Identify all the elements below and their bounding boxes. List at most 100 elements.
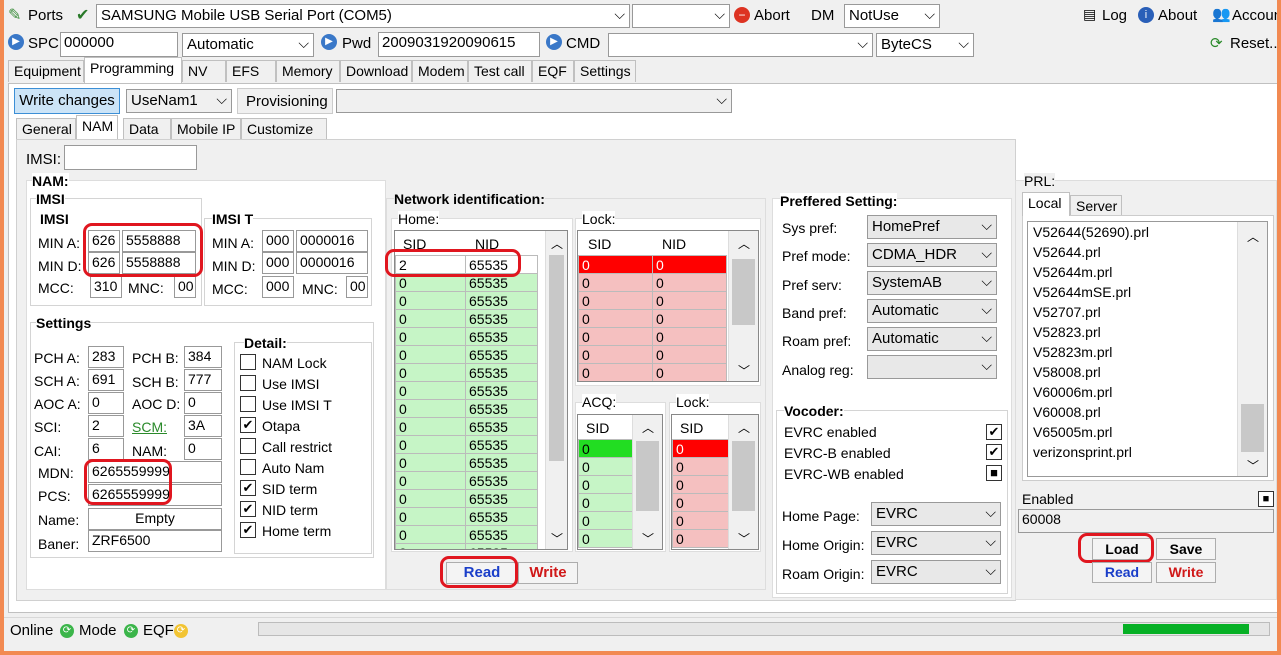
list-item[interactable]: V58008.prl bbox=[1028, 362, 1267, 382]
home-cell[interactable]: 0 bbox=[395, 471, 466, 490]
home-cell[interactable]: 0 bbox=[395, 435, 466, 454]
home-cell[interactable]: 65535 bbox=[465, 507, 538, 526]
bytecs-select[interactable]: ByteCS ⌵ bbox=[876, 33, 974, 57]
account-button[interactable]: Accoun bbox=[1232, 7, 1281, 24]
lock2-cell[interactable]: 0 bbox=[672, 529, 729, 548]
lock-cell[interactable]: 0 bbox=[578, 273, 653, 292]
sch-a-input[interactable]: 691 bbox=[88, 369, 124, 391]
table-row[interactable]: 0 bbox=[578, 493, 633, 512]
table-row[interactable]: 00 bbox=[578, 309, 727, 328]
acq-cell[interactable]: 0 bbox=[578, 511, 633, 530]
chevron-up-icon[interactable]: ︿ bbox=[546, 235, 567, 252]
pref-serv-select[interactable]: SystemAB ⌵ bbox=[867, 271, 997, 295]
home-cell[interactable]: 0 bbox=[395, 417, 466, 436]
cmd-icon[interactable]: ▶ bbox=[546, 34, 562, 50]
table-row[interactable]: 0 bbox=[672, 457, 729, 476]
table-row[interactable]: 00 bbox=[578, 291, 727, 310]
lock-cell[interactable]: 0 bbox=[652, 309, 727, 328]
detail-checkbox[interactable] bbox=[240, 459, 256, 475]
acq-cell[interactable]: 0 bbox=[578, 475, 633, 494]
table-row[interactable]: 0 bbox=[672, 493, 729, 512]
detail-checkbox[interactable]: ✔ bbox=[240, 522, 256, 538]
lock-cell[interactable]: 0 bbox=[652, 327, 727, 346]
tab-nv[interactable]: NV bbox=[182, 60, 226, 82]
t-min-d-2-input[interactable]: 0000016 bbox=[296, 252, 368, 274]
subtab-customize[interactable]: Customize bbox=[241, 118, 327, 139]
network-write-button[interactable]: Write bbox=[518, 562, 578, 584]
subtab-mobile-ip[interactable]: Mobile IP bbox=[171, 118, 241, 139]
ports-icon[interactable]: ✎ bbox=[8, 5, 21, 25]
list-item[interactable]: verizonsprint.prl bbox=[1028, 442, 1267, 462]
table-row[interactable]: 0 bbox=[672, 475, 729, 494]
lock-scrollbar[interactable]: ︿ ﹀ bbox=[728, 231, 758, 381]
tab-eqf[interactable]: EQF bbox=[532, 60, 574, 82]
nam-select[interactable]: UseNam1 ⌵ bbox=[126, 89, 232, 113]
home-cell[interactable]: 0 bbox=[395, 489, 466, 508]
t-min-d-1-input[interactable]: 000 bbox=[262, 252, 294, 274]
home-cell[interactable]: 0 bbox=[395, 327, 466, 346]
lock2-cell[interactable]: 0 bbox=[672, 493, 729, 512]
acq-cell[interactable]: 0 bbox=[578, 493, 633, 512]
prl-scrollbar[interactable]: ︿ ﹀ bbox=[1237, 222, 1267, 476]
detail-checkbox[interactable] bbox=[240, 438, 256, 454]
lock-cell[interactable]: 0 bbox=[652, 345, 727, 364]
t-mnc-input[interactable]: 00 bbox=[346, 276, 368, 298]
table-row[interactable]: 0 bbox=[578, 511, 633, 530]
table-row[interactable]: 065535 bbox=[395, 417, 538, 436]
table-row[interactable]: 0 bbox=[578, 457, 633, 476]
reset-button[interactable]: Reset... bbox=[1230, 35, 1281, 52]
table-row[interactable]: 065535 bbox=[395, 399, 538, 418]
lock-cell[interactable]: 0 bbox=[652, 291, 727, 310]
home-cell[interactable]: 65535 bbox=[465, 417, 538, 436]
tab-modem[interactable]: Modem bbox=[412, 60, 468, 82]
list-item[interactable]: V52823.prl bbox=[1028, 322, 1267, 342]
prl-tab-server[interactable]: Server bbox=[1070, 195, 1122, 216]
scroll-thumb[interactable] bbox=[732, 441, 755, 511]
table-row[interactable]: 00 bbox=[578, 345, 727, 364]
detail-checkbox[interactable]: ✔ bbox=[240, 480, 256, 496]
write-changes-button[interactable]: Write changes bbox=[14, 88, 120, 114]
roam-pref-select[interactable]: Automatic ⌵ bbox=[867, 327, 997, 351]
table-row[interactable]: 0 bbox=[672, 511, 729, 530]
home-cell[interactable]: 0 bbox=[395, 507, 466, 526]
aoc-a-input[interactable]: 0 bbox=[88, 392, 124, 414]
home-cell[interactable]: 65535 bbox=[465, 327, 538, 346]
home-cell[interactable]: 0 bbox=[395, 543, 466, 549]
home-cell[interactable]: 0 bbox=[395, 399, 466, 418]
home-cell[interactable]: 65535 bbox=[465, 399, 538, 418]
connect-icon[interactable]: ✔ bbox=[76, 5, 89, 25]
ports-label[interactable]: Ports bbox=[28, 7, 63, 24]
nam-input[interactable]: 0 bbox=[184, 438, 222, 460]
table-row[interactable]: 065535 bbox=[395, 435, 538, 454]
home-scrollbar[interactable]: ︿ ﹀ bbox=[545, 231, 567, 549]
acq-cell[interactable]: 0 bbox=[578, 439, 633, 458]
chevron-down-icon[interactable]: ﹀ bbox=[729, 362, 758, 379]
table-row[interactable]: 065535 bbox=[395, 291, 538, 310]
scm-label[interactable]: SCM: bbox=[132, 419, 167, 435]
list-item[interactable]: V52707.prl bbox=[1028, 302, 1267, 322]
table-row[interactable]: 00 bbox=[578, 363, 727, 381]
lock2-cell[interactable]: 0 bbox=[672, 439, 729, 458]
mode-select[interactable]: Automatic ⌵ bbox=[182, 33, 314, 57]
prl-enabled-checkbox[interactable]: ■ bbox=[1258, 491, 1274, 507]
mnc-input[interactable]: 00 bbox=[174, 276, 196, 298]
tab-efs[interactable]: EFS bbox=[226, 60, 276, 82]
scm-input[interactable]: 3A bbox=[184, 415, 222, 437]
pref-mode-select[interactable]: CDMA_HDR ⌵ bbox=[867, 243, 997, 267]
list-item[interactable]: V65005m.prl bbox=[1028, 422, 1267, 442]
spc-input[interactable]: 000000 bbox=[60, 32, 178, 57]
lock-cell[interactable]: 0 bbox=[578, 291, 653, 310]
lock-cell[interactable]: 0 bbox=[578, 363, 653, 381]
table-row[interactable]: 00 bbox=[578, 273, 727, 292]
acq-scrollbar[interactable]: ︿ ﹀ bbox=[632, 415, 662, 549]
prl-value-input[interactable]: 60008 bbox=[1018, 509, 1274, 533]
home-cell[interactable]: 65535 bbox=[465, 381, 538, 400]
table-row[interactable]: 0 bbox=[578, 475, 633, 494]
t-mcc-input[interactable]: 000 bbox=[262, 276, 294, 298]
home-grid[interactable]: SID NID 2 65535 0 65535 0 65535 0 65535 0 65535 0 6… bbox=[394, 230, 568, 550]
table-row[interactable]: 065535 bbox=[395, 327, 538, 346]
lock2-scrollbar[interactable]: ︿ ﹀ bbox=[728, 415, 758, 549]
lock-cell[interactable]: 0 bbox=[578, 327, 653, 346]
acq-cell[interactable]: 0 bbox=[578, 529, 633, 548]
scroll-thumb[interactable] bbox=[549, 255, 564, 461]
